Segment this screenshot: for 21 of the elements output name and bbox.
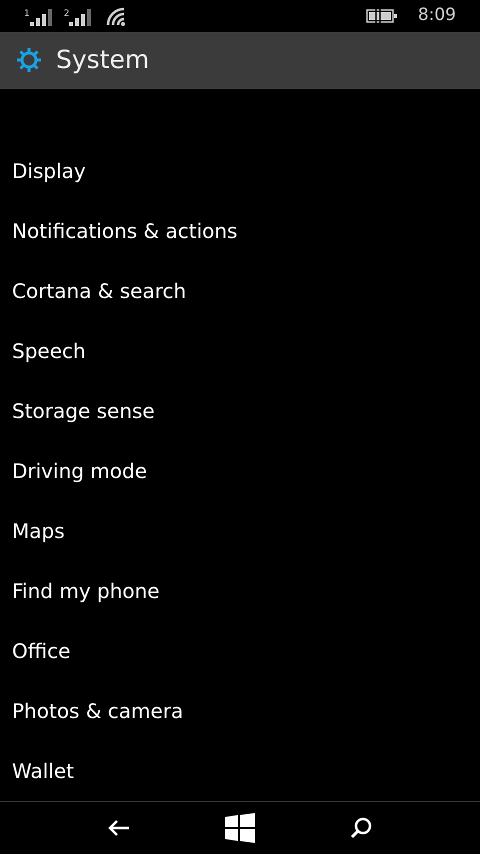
windows-logo-icon[interactable]	[225, 812, 255, 843]
search-icon[interactable]	[349, 816, 373, 840]
sim-number: 2	[64, 10, 70, 19]
settings-menu-item[interactable]: Display	[12, 156, 86, 186]
battery-charging-icon	[366, 8, 398, 24]
gear-icon	[16, 47, 42, 74]
sim-number: 1	[24, 10, 30, 19]
settings-menu-item[interactable]: Photos & camera	[12, 696, 184, 726]
wifi-icon	[105, 6, 128, 26]
settings-menu-item[interactable]: Driving mode	[12, 456, 148, 486]
settings-menu-item[interactable]: Find my phone	[12, 576, 160, 606]
clock-time: 8:09	[418, 4, 456, 28]
back-icon[interactable]	[107, 818, 131, 837]
settings-menu-item[interactable]: Cortana & search	[12, 276, 186, 306]
settings-menu-item[interactable]: Maps	[12, 516, 65, 546]
settings-menu-item[interactable]: Office	[12, 636, 70, 666]
settings-menu-item[interactable]: Speech	[12, 336, 86, 366]
page-title: System	[56, 44, 150, 76]
settings-menu-item[interactable]: Storage sense	[12, 396, 155, 426]
settings-menu-item[interactable]: Wallet	[12, 756, 74, 786]
settings-menu-item[interactable]: Notifications & actions	[12, 216, 238, 246]
